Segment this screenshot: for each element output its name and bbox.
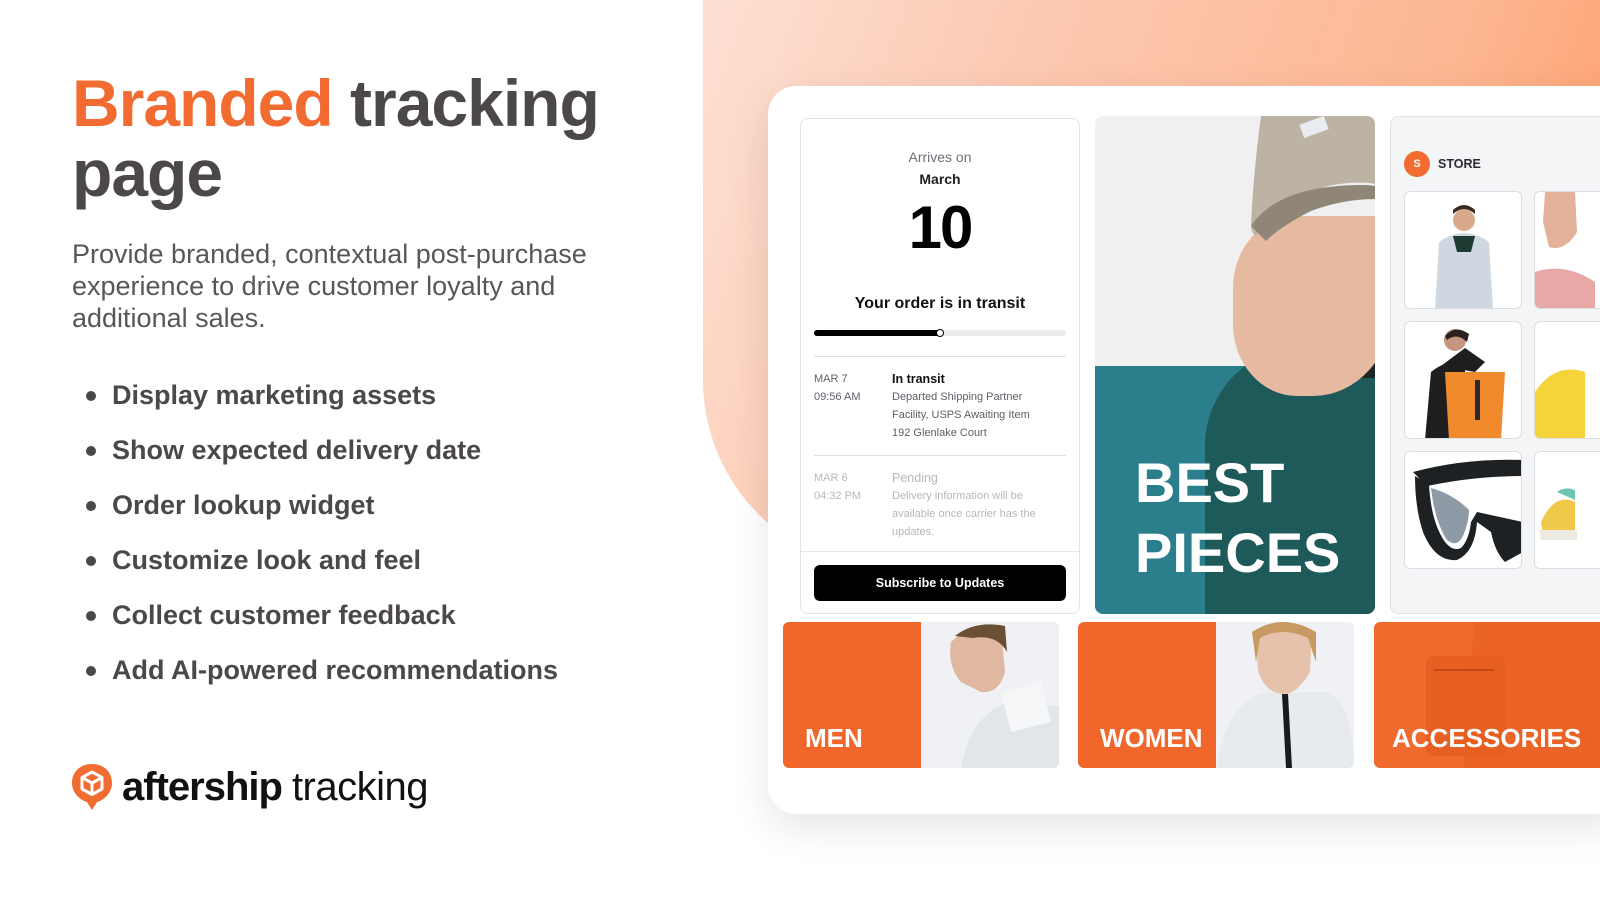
women-photo xyxy=(1216,622,1354,768)
category-banner-men[interactable]: MEN xyxy=(783,622,1059,768)
order-status: Your order is in transit xyxy=(854,295,1026,312)
product-tile[interactable] xyxy=(1404,451,1522,569)
bullet-icon xyxy=(86,555,96,566)
feature-item: Add AI-powered recommendations xyxy=(86,643,558,698)
men-photo xyxy=(921,622,1059,768)
product-tile[interactable] xyxy=(1534,451,1600,569)
product-tile[interactable] xyxy=(1534,191,1600,309)
event-title: In transit xyxy=(892,372,945,386)
category-label: WOMEN xyxy=(1100,723,1203,753)
brand-name: aftership xyxy=(122,764,283,809)
event-time: 04:32 PM xyxy=(814,490,862,502)
event-detail: available once carrier has the xyxy=(892,508,1036,520)
event-title: Pending xyxy=(892,471,938,485)
event-detail: Facility, USPS Awaiting Item xyxy=(892,409,1030,421)
feature-item: Display marketing assets xyxy=(86,368,558,423)
black-sunglasses-image xyxy=(1413,459,1521,562)
event-date: MAR 7 xyxy=(814,373,848,385)
bullet-icon xyxy=(86,445,96,456)
progress-fill xyxy=(814,330,940,336)
bullet-icon xyxy=(86,610,96,621)
product-tile[interactable] xyxy=(1404,191,1522,309)
category-label: MEN xyxy=(805,723,863,753)
event-time: 09:56 AM xyxy=(814,391,861,403)
category-label: ACCESSORIES xyxy=(1392,723,1582,753)
feature-list: Display marketing assets Show expected d… xyxy=(86,368,558,698)
bucket-hat-image xyxy=(1251,116,1375,241)
headline-line2: page xyxy=(72,136,223,210)
tracking-event: MAR 6 04:32 PM Pending Delivery informat… xyxy=(814,469,1066,541)
event-detail: Delivery information will be xyxy=(892,490,1023,502)
delivery-progress-bar xyxy=(814,329,1066,337)
divider xyxy=(801,551,1079,552)
orange-backpack-image xyxy=(1425,329,1505,438)
category-banner-women[interactable]: WOMEN xyxy=(1078,622,1354,768)
store-avatar: S xyxy=(1404,151,1430,177)
headline-accent: Branded xyxy=(72,66,334,140)
yellow-raincoat-image xyxy=(1535,369,1585,438)
product-tile[interactable] xyxy=(1404,321,1522,439)
subscribe-button[interactable]: Subscribe to Updates xyxy=(814,565,1066,601)
event-date: MAR 6 xyxy=(814,472,848,484)
event-detail: updates. xyxy=(892,526,935,538)
grey-rain-jacket-image xyxy=(1435,205,1493,308)
store-header: S STORE xyxy=(1404,151,1481,177)
arrives-label: Arrives on xyxy=(908,149,972,165)
pink-jacket-image xyxy=(1535,192,1595,308)
feature-item: Collect customer feedback xyxy=(86,588,558,643)
bullet-icon xyxy=(86,500,96,511)
page-headline: Branded tracking page xyxy=(72,68,632,208)
store-name: STORE xyxy=(1438,157,1481,171)
delivery-month: March xyxy=(919,171,961,187)
feature-item: Show expected delivery date xyxy=(86,423,558,478)
divider xyxy=(814,455,1066,456)
brand-logo: aftership tracking xyxy=(70,762,429,812)
banner-headline: BEST PIECES xyxy=(1135,451,1341,584)
event-detail: Departed Shipping Partner xyxy=(892,391,1023,403)
store-recommendations: S STORE xyxy=(1390,116,1600,614)
product-tile[interactable] xyxy=(1534,321,1600,439)
category-banner-accessories[interactable]: ACCESSORIES xyxy=(1374,622,1600,768)
tracking-event: MAR 7 09:56 AM In transit Departed Shipp… xyxy=(814,370,1066,442)
delivery-day: 10 xyxy=(908,194,974,261)
feature-item: Customize look and feel xyxy=(86,533,558,588)
divider xyxy=(814,356,1066,357)
tracking-page-preview: Arrives on March 10 Your order is in tra… xyxy=(768,86,1600,814)
headline-rest: tracking xyxy=(332,66,600,140)
subtitle: Provide branded, contextual post-purchas… xyxy=(72,239,587,333)
progress-knob xyxy=(936,329,944,337)
feature-item: Order lookup widget xyxy=(86,478,558,533)
package-pin-icon xyxy=(72,764,112,810)
event-detail: 192 Glenlake Court xyxy=(892,427,987,439)
bullet-icon xyxy=(86,390,96,401)
brand-product: tracking xyxy=(291,764,429,809)
sneakers-image xyxy=(1539,488,1577,540)
bullet-icon xyxy=(86,665,96,676)
marketing-banner[interactable]: BEST PIECES xyxy=(1095,116,1375,614)
tracking-card: Arrives on March 10 Your order is in tra… xyxy=(800,118,1080,614)
